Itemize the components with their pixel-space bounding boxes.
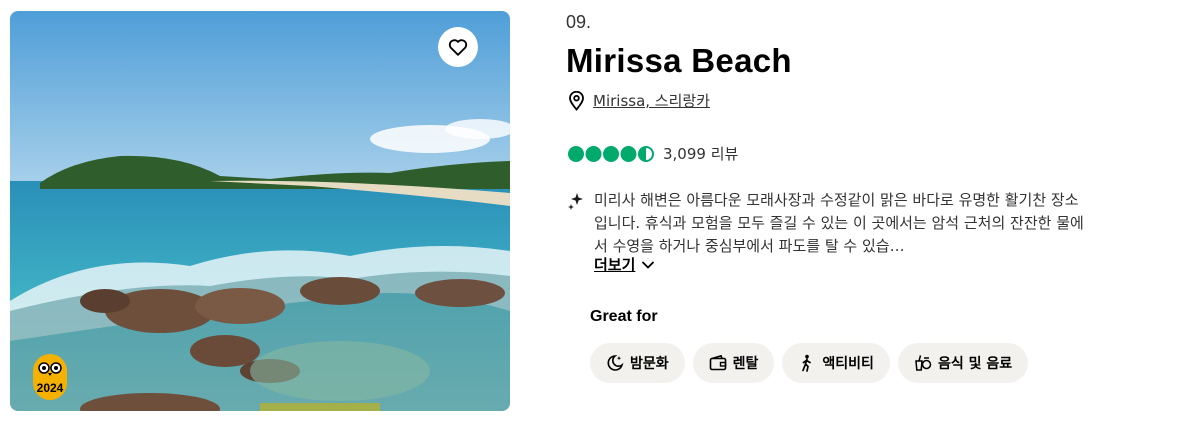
attraction-title[interactable]: Mirissa Beach bbox=[566, 42, 792, 80]
rating-bubbles-icon bbox=[568, 145, 654, 162]
great-for-tags: 밤문화 렌탈 액티비티 음식 및 음료 bbox=[590, 343, 1029, 383]
heart-icon bbox=[448, 39, 468, 56]
tag-label: 렌탈 bbox=[732, 356, 759, 372]
tag-food-drink[interactable]: 음식 및 음료 bbox=[897, 343, 1029, 383]
rating-row[interactable]: 3,099 리뷰 bbox=[567, 143, 738, 164]
chevron-down-icon bbox=[642, 260, 655, 269]
attraction-photo[interactable]: 2024 bbox=[10, 11, 510, 411]
tag-label: 액티비티 bbox=[822, 356, 874, 372]
rating-bubbles bbox=[567, 145, 655, 163]
tag-rental[interactable]: 렌탈 bbox=[692, 343, 775, 383]
location-row: Mirissa, 스리랑카 bbox=[568, 90, 710, 111]
tag-activities[interactable]: 액티비티 bbox=[782, 343, 890, 383]
travelers-choice-badge: 2024 bbox=[33, 354, 67, 400]
tag-label: 음식 및 음료 bbox=[937, 356, 1013, 372]
save-heart-button[interactable] bbox=[438, 27, 478, 67]
rank-number: 09. bbox=[566, 12, 592, 32]
description-block: 미리사 해변은 아름다운 모래사장과 수정같이 맑은 바다로 유명한 활기찬 장… bbox=[568, 189, 1088, 258]
hiking-icon bbox=[802, 354, 812, 372]
tag-label: 밤문화 bbox=[630, 356, 669, 372]
beach-image bbox=[10, 11, 510, 411]
sparkle-icon bbox=[568, 193, 583, 210]
description-text: 미리사 해변은 아름다운 모래사장과 수정같이 맑은 바다로 유명한 활기찬 장… bbox=[594, 191, 1084, 255]
wallet-icon bbox=[709, 354, 726, 371]
map-pin-icon bbox=[569, 90, 584, 111]
location-link[interactable]: Mirissa, 스리랑카 bbox=[593, 90, 710, 111]
read-more-label: 더보기 bbox=[594, 256, 636, 274]
review-count[interactable]: 3,099 리뷰 bbox=[663, 143, 738, 164]
read-more-button[interactable]: 더보기 bbox=[594, 254, 655, 275]
moon-star-icon bbox=[607, 355, 624, 371]
award-year: 2024 bbox=[36, 381, 64, 395]
tag-nightlife[interactable]: 밤문화 bbox=[590, 343, 685, 383]
great-for-heading: Great for bbox=[590, 308, 658, 325]
food-drink-icon bbox=[915, 355, 932, 371]
